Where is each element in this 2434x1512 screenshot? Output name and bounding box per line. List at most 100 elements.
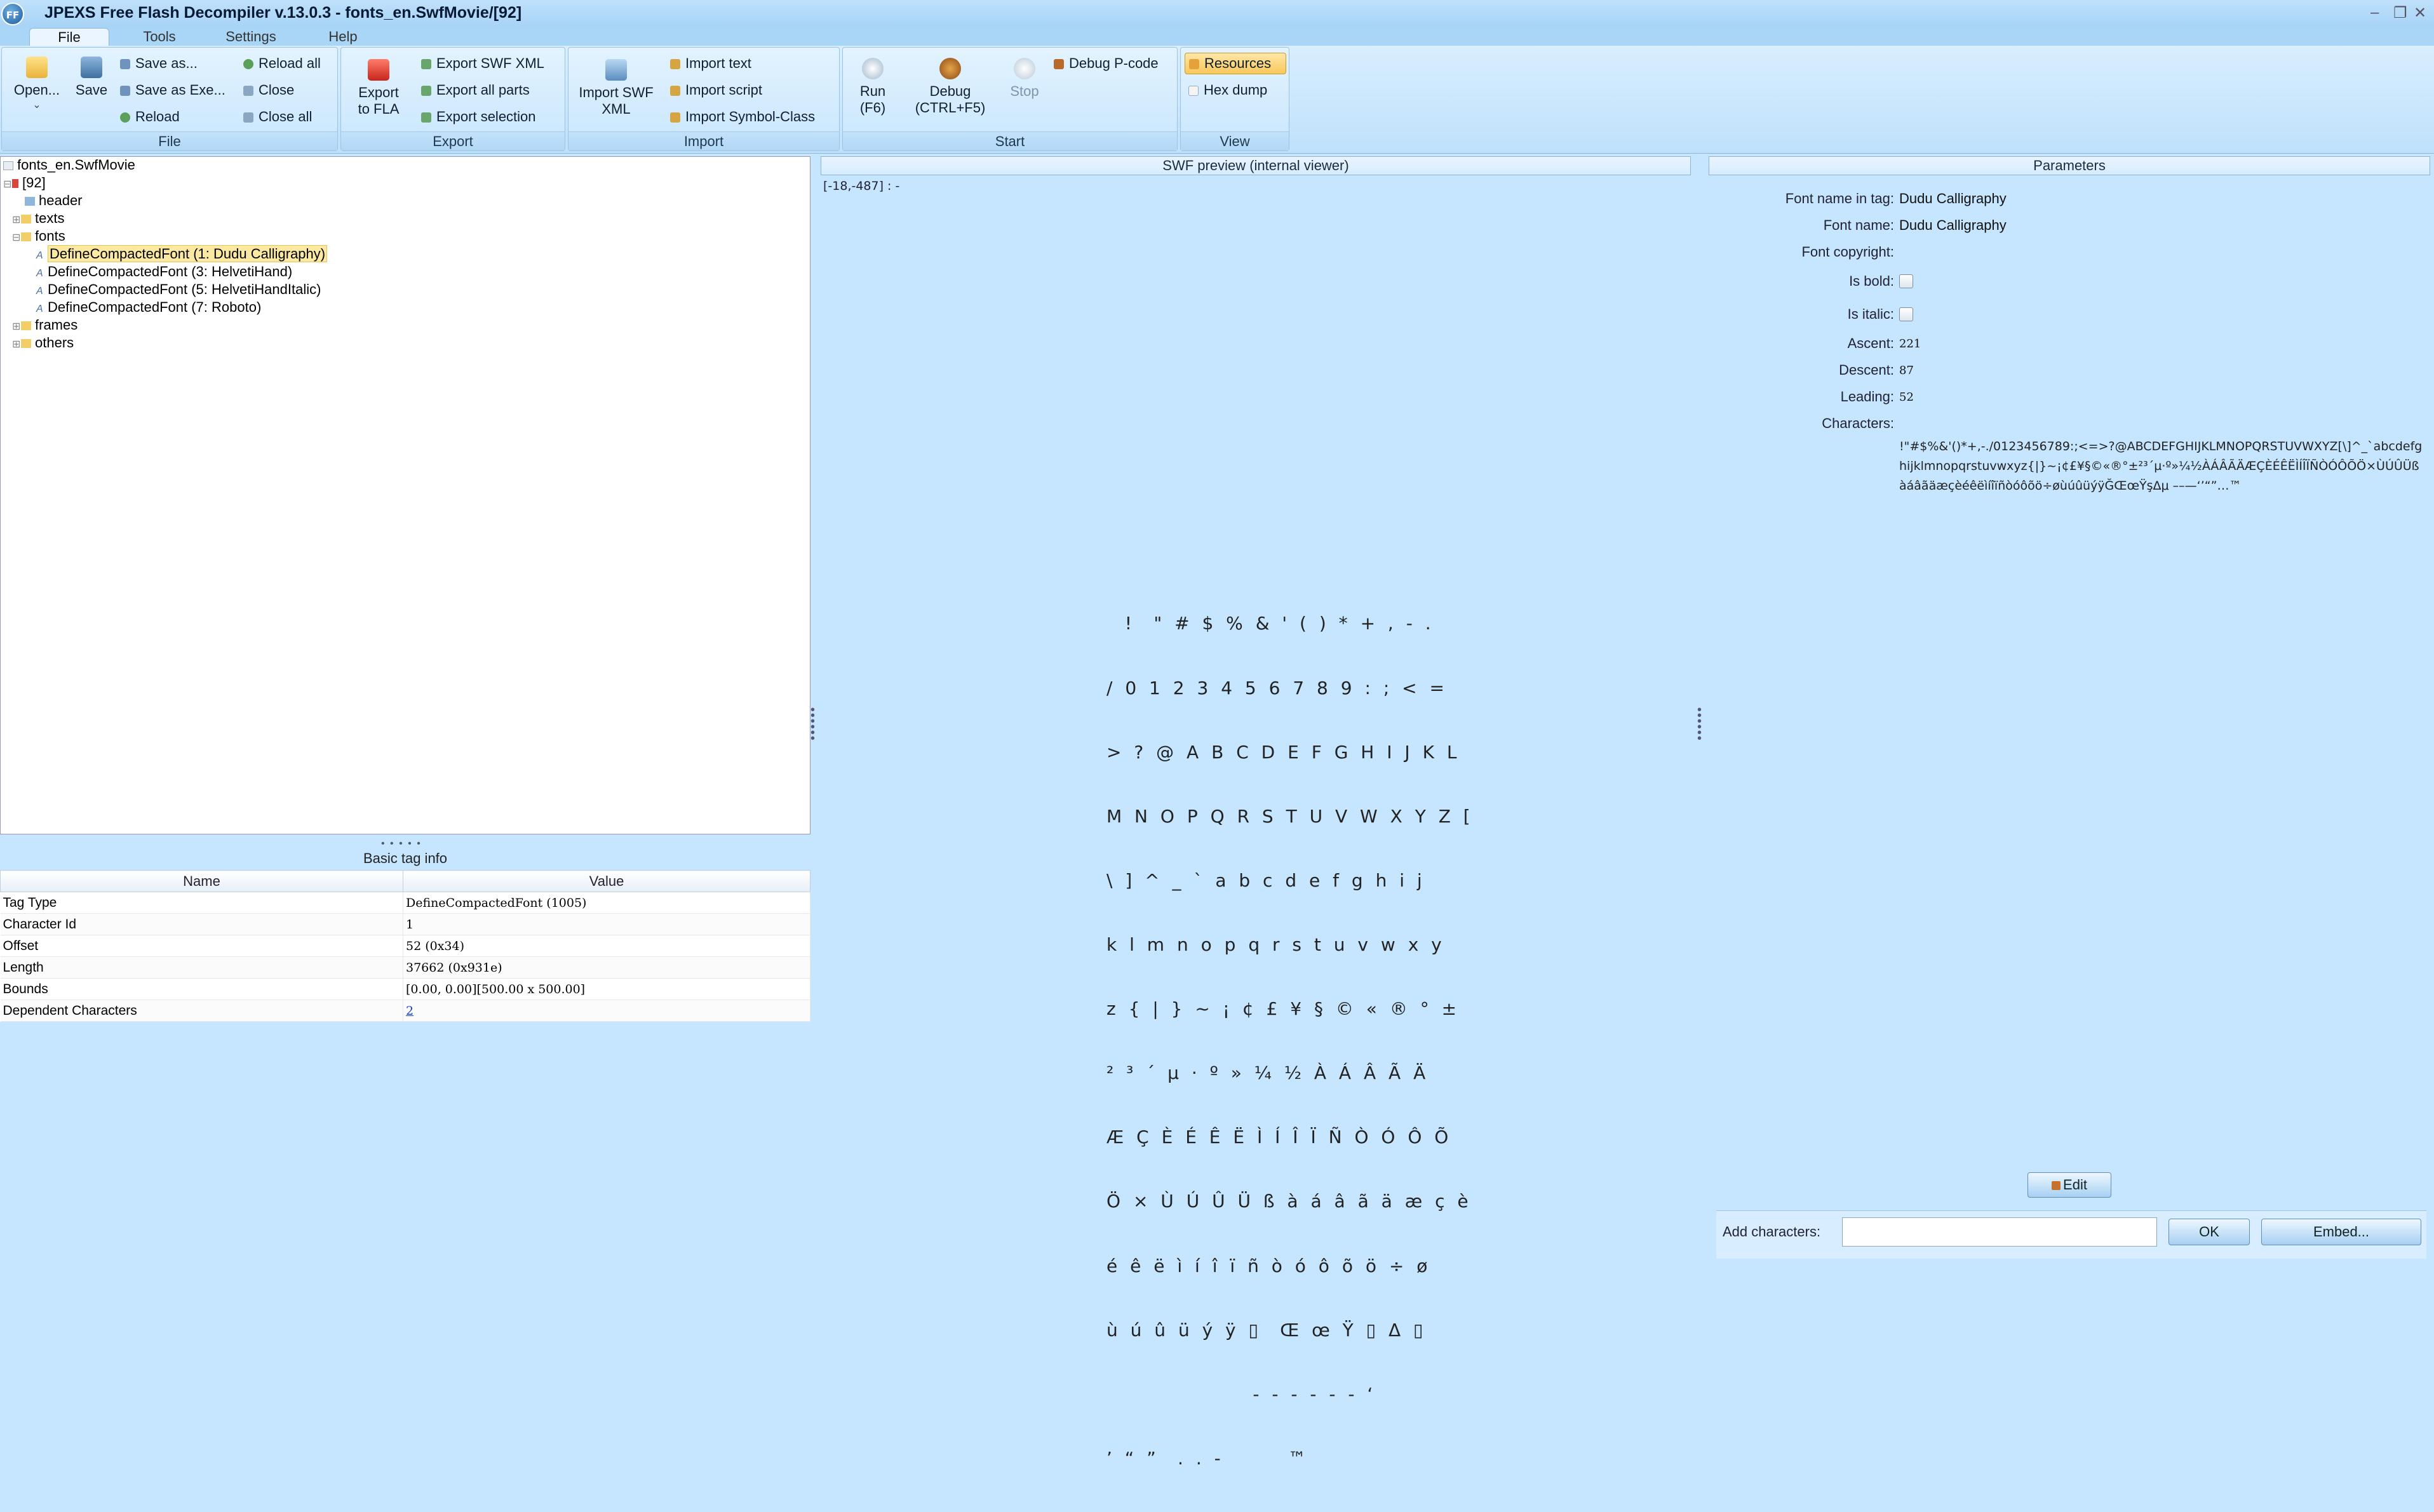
tab-tools[interactable]: Tools: [131, 28, 188, 46]
open-button[interactable]: Open... ⌄: [8, 57, 65, 111]
tree-frames-label: frames: [35, 317, 78, 333]
import-swf-xml-button[interactable]: Import SWF XML: [574, 59, 659, 117]
close-all-button[interactable]: Close all: [243, 109, 312, 125]
font-glyph-preview: ! " # $ % & ' ( ) * + , - . / 0 1 2 3 4 …: [1106, 570, 1470, 1512]
import-text-button[interactable]: Import text: [670, 55, 751, 72]
ribbon-group-view: Resources Hex dump View: [1180, 47, 1289, 151]
characters-label: Characters:: [1822, 415, 1894, 431]
collapse-icon[interactable]: ⊟: [3, 178, 12, 191]
glyph-row: \ ] ^ _ ` a b c d e f g h i j: [1106, 869, 1426, 891]
maximize-button[interactable]: ❐: [2393, 4, 2407, 22]
tree-node-frames[interactable]: ⊞ frames: [12, 317, 77, 333]
export-to-fla-button[interactable]: Export to FLA: [350, 59, 407, 117]
debug-button[interactable]: Debug (CTRL+F5): [909, 58, 992, 116]
import-script-button[interactable]: Import script: [670, 82, 762, 98]
expand-icon[interactable]: ⊞: [12, 213, 21, 226]
resources-icon: [1189, 59, 1199, 70]
tree-item-font-1[interactable]: A DefineCompactedFont (1: Dudu Calligraph…: [36, 245, 328, 262]
font-name-label: Font name:: [1823, 217, 1894, 233]
tree-node-fonts[interactable]: ⊟ fonts: [12, 228, 65, 244]
table-row[interactable]: Length 37662 (0x931e): [0, 956, 810, 979]
hex-dump-label: Hex dump: [1204, 82, 1268, 98]
save-as-exe-button[interactable]: Save as Exe...: [120, 82, 225, 98]
table-row[interactable]: Bounds [0.00, 0.00][500.00 x 500.00]: [0, 978, 810, 1000]
glyph-row: - - - - - - ‘: [1106, 1383, 1376, 1405]
tab-settings[interactable]: Settings: [216, 28, 286, 46]
tree-node-movie[interactable]: ⊟ [92]: [3, 175, 46, 191]
row-name: Character Id: [0, 913, 403, 935]
ascent-label: Ascent:: [1847, 335, 1894, 351]
header-icon: [25, 197, 35, 206]
row-name: Tag Type: [0, 892, 403, 914]
debug-pcode-button[interactable]: Debug P-code: [1054, 55, 1159, 72]
window-title: JPEXS Free Flash Decompiler v.13.0.3 - f…: [44, 4, 522, 22]
table-row[interactable]: Offset 52 (0x34): [0, 935, 810, 957]
import-text-label: Import text: [685, 55, 751, 71]
expand-icon[interactable]: ⊞: [12, 320, 21, 333]
minimize-button[interactable]: –: [2370, 4, 2379, 22]
tree-item-font-7[interactable]: A DefineCompactedFont (7: Roboto): [36, 299, 261, 316]
close-button[interactable]: ✕: [2414, 4, 2426, 22]
font-name-in-tag-label: Font name in tag:: [1785, 191, 1894, 206]
preview-title: SWF preview (internal viewer): [821, 156, 1691, 175]
tree-others-label: others: [35, 335, 74, 351]
play-icon: [862, 58, 884, 79]
column-header-value[interactable]: Value: [403, 870, 810, 892]
glyph-row: ’ “ ” . . - ™: [1106, 1447, 1310, 1469]
tree-item-font-3[interactable]: A DefineCompactedFont (3: HelvetiHand): [36, 264, 292, 280]
export-selection-button[interactable]: Export selection: [421, 109, 536, 125]
table-row[interactable]: Character Id 1: [0, 913, 810, 935]
row-name: Offset: [0, 935, 403, 957]
close-file-icon: [243, 86, 253, 97]
export-swf-xml-button[interactable]: Export SWF XML: [421, 55, 544, 72]
tree-root[interactable]: fonts_en.SwfMovie: [3, 157, 135, 173]
table-row[interactable]: Dependent Characters 2: [0, 1000, 810, 1022]
save-button[interactable]: Save: [72, 57, 111, 98]
resources-button[interactable]: Resources: [1185, 53, 1286, 74]
column-header-name[interactable]: Name: [0, 870, 403, 892]
resource-tree[interactable]: fonts_en.SwfMovie ⊟ [92] header ⊞ texts ⊟ f…: [0, 156, 810, 834]
debug-pcode-label: Debug P-code: [1069, 55, 1159, 71]
tree-node-others[interactable]: ⊞ others: [12, 335, 74, 351]
expand-icon[interactable]: ⊞: [12, 338, 21, 351]
run-button[interactable]: Run (F6): [851, 58, 895, 116]
tag-info-table: Name Value Tag Type DefineCompactedFont (…: [0, 870, 810, 1022]
right-splitter-handle[interactable]: • • • • • •: [1697, 704, 1702, 745]
dependent-characters-link[interactable]: 2: [406, 1004, 414, 1018]
table-row[interactable]: Tag Type DefineCompactedFont (1005): [0, 892, 810, 914]
close-file-button[interactable]: Close: [243, 82, 294, 98]
export-to-fla-label-2: to FLA: [358, 101, 400, 117]
save-as-button[interactable]: Save as...: [120, 55, 198, 72]
export-all-parts-button[interactable]: Export all parts: [421, 82, 530, 98]
edit-button[interactable]: Edit: [2027, 1172, 2111, 1198]
hex-dump-button[interactable]: Hex dump: [1188, 82, 1267, 98]
group-label-view: View: [1181, 131, 1289, 151]
descent-value: 87: [1899, 364, 1914, 377]
ok-button[interactable]: OK: [2168, 1219, 2250, 1245]
ascent-value: 221: [1899, 337, 1921, 351]
edit-label: Edit: [2063, 1177, 2087, 1193]
tree-texts-label: texts: [35, 210, 65, 226]
save-as-exe-label: Save as Exe...: [135, 82, 225, 98]
reload-all-button[interactable]: Reload all: [243, 55, 321, 72]
add-characters-input[interactable]: [1842, 1217, 2157, 1247]
tree-item-font-5[interactable]: A DefineCompactedFont (5: HelvetiHandItal…: [36, 281, 321, 298]
tab-file[interactable]: File: [29, 28, 109, 46]
embed-button[interactable]: Embed...: [2261, 1219, 2421, 1245]
tree-node-header[interactable]: header: [16, 192, 83, 209]
tree-node-texts[interactable]: ⊞ texts: [12, 210, 64, 227]
close-all-icon: [243, 112, 253, 123]
import-symbol-class-button[interactable]: Import Symbol-Class: [670, 109, 815, 125]
row-value: 2: [403, 1000, 810, 1022]
tab-help[interactable]: Help: [318, 28, 368, 46]
is-bold-checkbox[interactable]: [1899, 274, 1913, 288]
tree-font-3-label: DefineCompactedFont (3: HelvetiHand): [48, 264, 293, 279]
stop-button[interactable]: Stop: [1005, 58, 1044, 100]
is-italic-checkbox[interactable]: [1899, 307, 1913, 321]
font-name-value: Dudu Calligraphy: [1899, 217, 2007, 233]
glyph-row: ² ³ ´ µ · º » ¼ ½ À Á Â Ã Ä: [1106, 1062, 1429, 1084]
import-script-label: Import script: [685, 82, 763, 98]
left-splitter-handle[interactable]: • • • • • •: [810, 704, 815, 745]
reload-button[interactable]: Reload: [120, 109, 180, 125]
collapse-icon[interactable]: ⊟: [12, 231, 21, 244]
